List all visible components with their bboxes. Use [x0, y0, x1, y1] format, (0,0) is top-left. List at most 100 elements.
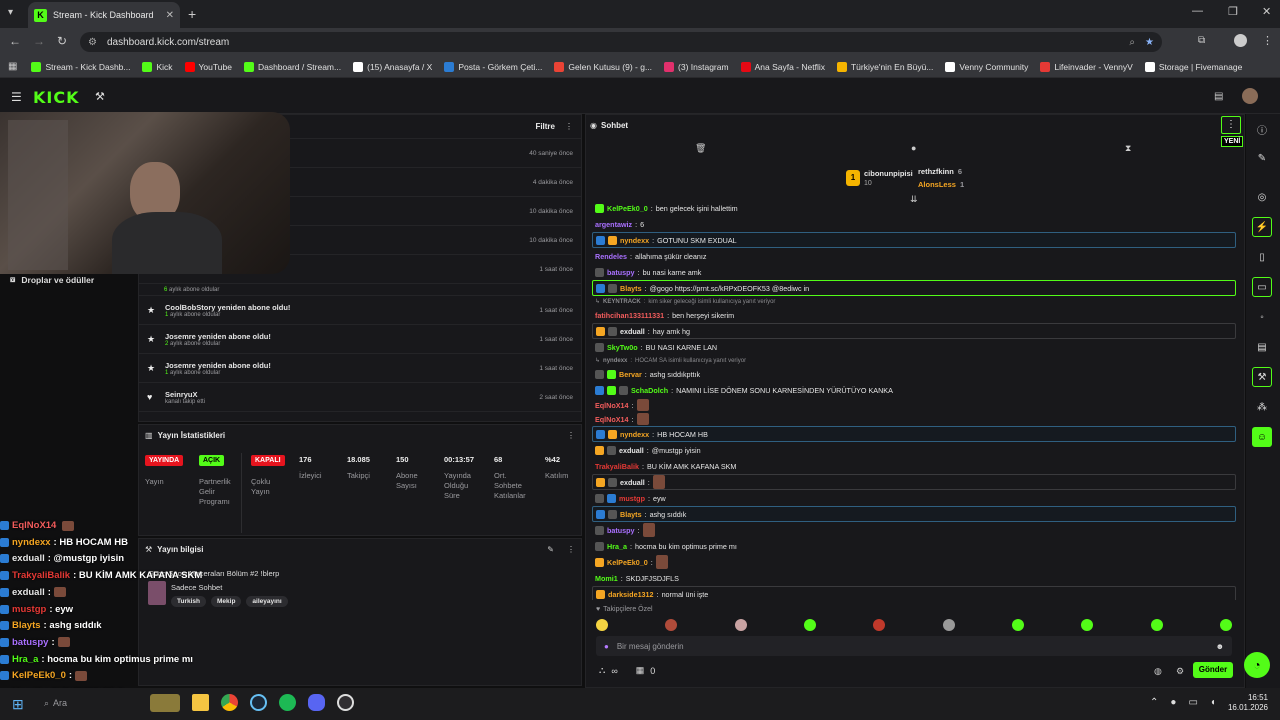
nodes-icon[interactable]: ⁂	[1252, 397, 1272, 417]
chat-username[interactable]: Blayts	[620, 510, 642, 519]
bookmark-item[interactable]: (15) Anasayfa / X	[353, 61, 432, 72]
chrome-icon[interactable]	[221, 694, 238, 711]
chat-username[interactable]: EqlNoX14	[595, 401, 629, 410]
site-info-icon[interactable]: ⚙	[88, 37, 97, 48]
chat-message[interactable]: batuspy: bu nasi karne amk	[592, 264, 1236, 280]
chat-username[interactable]: batuspy	[607, 526, 635, 535]
new-tab-icon[interactable]: +	[188, 6, 196, 22]
notes-icon[interactable]: ▯	[1252, 247, 1272, 267]
emote-button[interactable]	[1150, 619, 1163, 631]
chat-username[interactable]: nyndexx	[603, 358, 627, 364]
browser-tab[interactable]: K Stream - Kick Dashboard ✕	[28, 2, 180, 28]
emote-button[interactable]	[665, 619, 678, 631]
chat-message[interactable]: Blayts: @gogo https://prnt.sc/kRPxDEOFK53…	[592, 280, 1236, 296]
stream-tag[interactable]: aileyayını	[246, 596, 288, 607]
chat-message[interactable]: SkyTw0o: BU NASI KARNE LAN	[592, 339, 1236, 355]
minimize-icon[interactable]: —	[1192, 5, 1203, 17]
tools-icon[interactable]: ⚒	[1252, 367, 1272, 387]
info-icon[interactable]: ⓘ	[1252, 119, 1272, 139]
chat-mode-icon[interactable]: ●	[911, 143, 916, 153]
hamburger-menu-icon[interactable]: ☰	[11, 90, 22, 104]
chat-message[interactable]: Rendeles: allahıma şükür cleanız	[592, 248, 1236, 264]
broadcast-icon[interactable]: ◎	[1252, 187, 1272, 207]
gift-count-icon[interactable]: ▦	[636, 665, 645, 676]
browser-menu-icon[interactable]: ⋮	[1262, 34, 1273, 47]
discord-icon[interactable]	[308, 694, 325, 711]
emote-button[interactable]	[734, 619, 747, 631]
url-field[interactable]: ⚙ dashboard.kick.com/stream ⌕ ★	[80, 32, 1162, 52]
chat-username[interactable]: Hra_a	[607, 542, 627, 551]
bookmark-item[interactable]: YouTube	[184, 61, 232, 72]
stream-info-menu-icon[interactable]: ⋮	[567, 545, 575, 554]
chat-username[interactable]: argentawiz	[595, 220, 632, 229]
chat-username[interactable]: batuspy	[607, 268, 635, 277]
chat-message[interactable]: Momi1: SKDJFJSDJFLS	[592, 570, 1236, 586]
bookmark-item[interactable]: Lifeinvader - VennyV	[1040, 61, 1133, 72]
bookmark-item[interactable]: Türkiye'nin En Büyü...	[836, 61, 933, 72]
chat-username[interactable]: exduall	[619, 446, 644, 455]
reload-icon[interactable]: ↻	[57, 34, 67, 48]
emote-button[interactable]	[1081, 619, 1094, 631]
slowmode-icon[interactable]: ⧗	[1125, 143, 1131, 154]
kick-logo[interactable]: KICK	[33, 88, 80, 107]
stream-tag[interactable]: Mekip	[211, 596, 242, 607]
chat-message[interactable]: EqlNoX14:	[592, 412, 1236, 426]
chat-username[interactable]: KelPeEk0_0	[607, 204, 648, 213]
bookmark-item[interactable]: (3) Instagram	[664, 61, 729, 72]
clock[interactable]: 16:51 16.01.2026	[1226, 693, 1268, 714]
trash-icon[interactable]: 🗑	[695, 143, 706, 154]
send-button[interactable]: Gönder	[1193, 662, 1233, 678]
bookmark-item[interactable]: Ana Sayfa - Netflix	[740, 61, 825, 72]
close-window-icon[interactable]: ✕	[1262, 5, 1271, 18]
bookmark-item[interactable]: Dashboard / Stream...	[243, 61, 341, 72]
chat-message[interactable]: SchaDolch: NAMINI LİSE DÖNEM SONU KARNESİ…	[592, 382, 1236, 398]
chat-message[interactable]: KelPeEk0_0:	[592, 554, 1236, 570]
bolt-icon[interactable]: ⚡	[1252, 217, 1272, 237]
steam-icon[interactable]	[250, 694, 267, 711]
chat-username[interactable]: KelPeEk0_0	[607, 558, 648, 567]
support-chat-button[interactable]: ◔	[1244, 652, 1270, 678]
emote-button[interactable]	[942, 619, 955, 631]
chat-input[interactable]: ● Bir mesaj gönderin ☻	[596, 636, 1232, 656]
chat-message[interactable]: Hra_a: hocma bu kim optimus prime mı	[592, 538, 1236, 554]
chat-username[interactable]: Rendeles	[595, 252, 627, 261]
emoji-icon[interactable]: ☻	[1216, 642, 1224, 651]
chat-username[interactable]: fatihcihan133111331	[595, 311, 664, 320]
bookmark-star-icon[interactable]: ★	[1145, 37, 1154, 48]
chat-username[interactable]: darkside1312	[608, 590, 654, 599]
chat-message[interactable]: darkside1312: normal üni işte	[592, 586, 1236, 600]
activity-menu-icon[interactable]: ⋮	[565, 122, 573, 131]
emote-button[interactable]	[1219, 619, 1232, 631]
chat-username[interactable]: nyndexx	[620, 236, 649, 245]
chat-username[interactable]: Momi1	[595, 574, 618, 583]
chat-message[interactable]: Blayts: ashg sıddık	[592, 506, 1236, 522]
explorer-icon[interactable]	[192, 694, 209, 711]
chat-message[interactable]: EqlNoX14:	[592, 398, 1236, 412]
widget-icon[interactable]	[150, 694, 180, 712]
spotify-icon[interactable]	[279, 694, 296, 711]
chat-message[interactable]: argentawiz:6	[592, 216, 1236, 232]
chat-reply-context[interactable]: ↳ KEYNTRACK: kim siker geleceği isimli kul…	[592, 296, 1236, 307]
chat-username[interactable]: nyndexx	[620, 430, 649, 439]
pin-icon[interactable]: ⚒	[95, 90, 105, 103]
emote-button[interactable]	[596, 619, 608, 631]
chat-username[interactable]: SkyTw0o	[607, 343, 638, 352]
bookmark-item[interactable]: Posta - Görkem Çeti...	[444, 61, 542, 72]
chat-username[interactable]: TrakyaliBalik	[595, 462, 639, 471]
obs-icon[interactable]	[337, 694, 354, 711]
chat-username[interactable]: exduall	[620, 478, 645, 487]
pencil-icon[interactable]: ✎	[1252, 148, 1272, 168]
chat-message[interactable]: TrakyaliBalik: BU KİM AMK KAFANA SKM	[592, 458, 1236, 474]
stats-menu-icon[interactable]: ⋮	[567, 431, 575, 440]
chat-username[interactable]: EqlNoX14	[595, 415, 629, 424]
creator-icon[interactable]: ▤	[1214, 91, 1223, 102]
bookmark-item[interactable]: Stream - Kick Dashb...	[31, 61, 130, 72]
chat-message[interactable]: mustgp: eyw	[592, 490, 1236, 506]
chat-username[interactable]: Bervar	[619, 370, 642, 379]
emote-button[interactable]	[873, 619, 886, 631]
start-icon[interactable]: ⊞	[12, 696, 24, 713]
drops-nav-item[interactable]: ⧇ Droplar ve ödüller	[10, 274, 94, 285]
profile-icon[interactable]	[1234, 34, 1247, 47]
apps-icon[interactable]: ▦	[8, 61, 17, 72]
chat-username[interactable]: SchaDolch	[631, 386, 668, 395]
